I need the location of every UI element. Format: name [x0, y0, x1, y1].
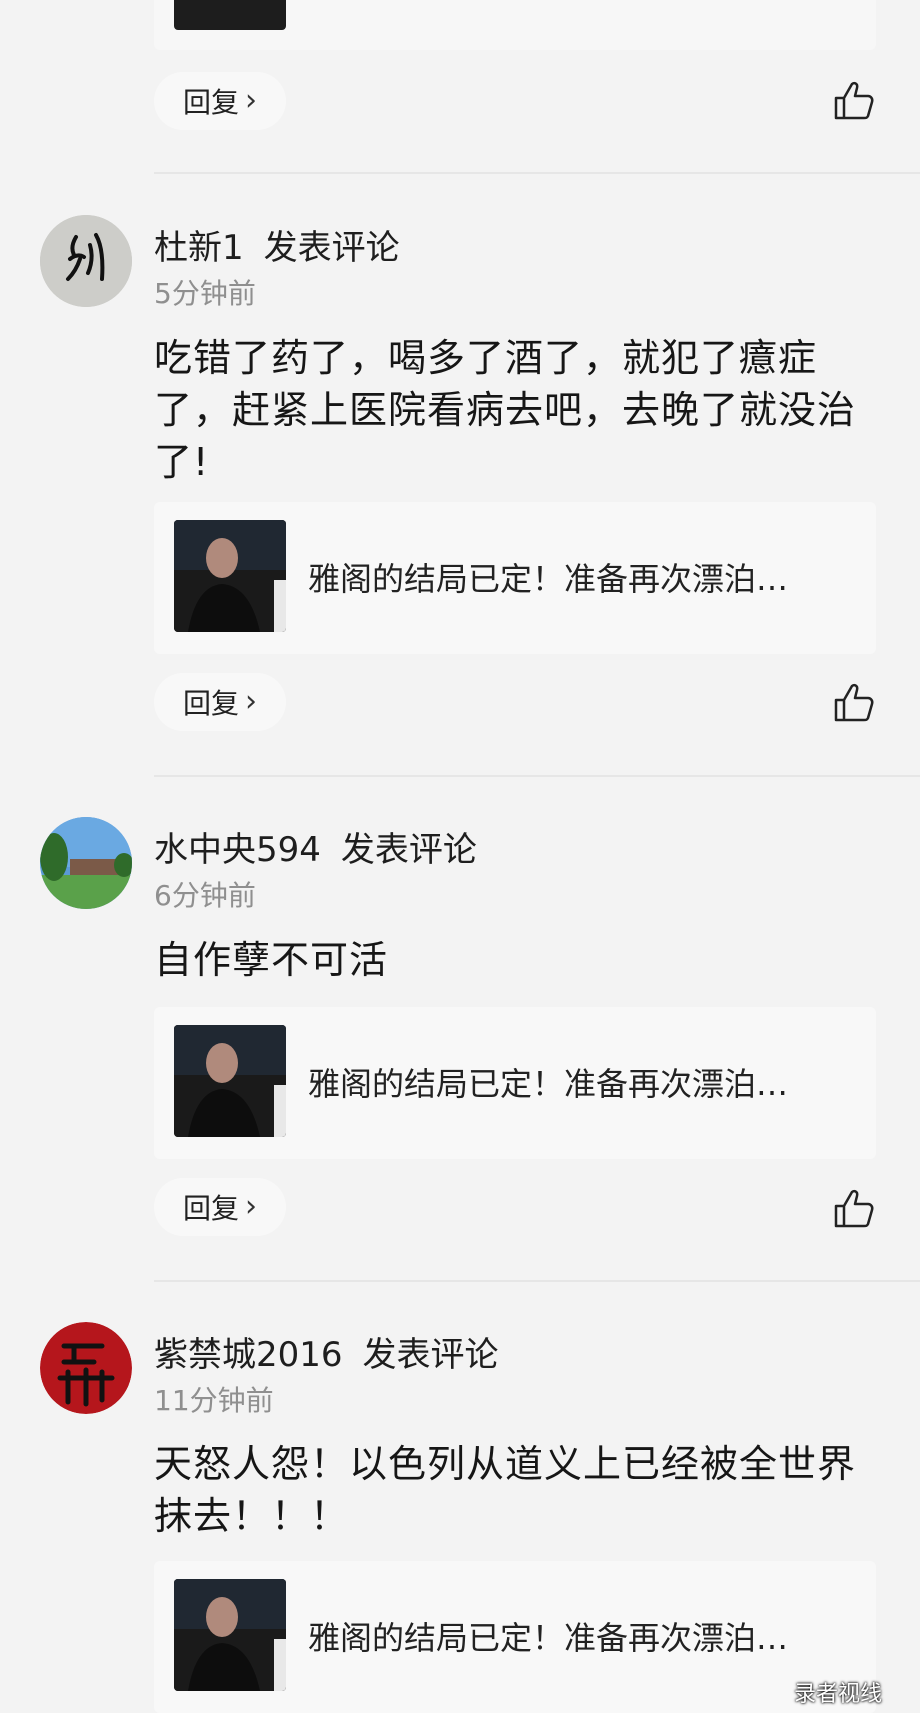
- article-thumbnail: [174, 520, 286, 632]
- article-card[interactable]: 雅阁的结局已定！准备再次漂泊…: [154, 502, 876, 654]
- username-line: 杜新1 发表评论: [154, 220, 400, 269]
- thumbs-up-icon[interactable]: [832, 78, 876, 122]
- reply-button[interactable]: 回复 ›: [154, 1178, 286, 1236]
- comment-text: 天怒人怨！以色列从道义上已经被全世界抹去！！！: [154, 1442, 857, 1538]
- username-line: 紫禁城2016 发表评论: [154, 1327, 499, 1376]
- comment-time: 11分钟前: [154, 1384, 274, 1417]
- reply-label: 回复: [182, 86, 239, 119]
- divider: [154, 775, 920, 777]
- chevron-right-icon: ›: [245, 83, 257, 118]
- comment-time: 5分钟前: [154, 277, 256, 310]
- username[interactable]: 水中央594: [154, 830, 321, 870]
- comment-action: 发表评论: [263, 228, 400, 268]
- article-title: 雅阁的结局已定！准备再次漂泊…: [308, 1619, 789, 1657]
- article-thumbnail: [174, 1579, 286, 1691]
- chevron-right-icon: ›: [245, 684, 257, 719]
- comment-action: 发表评论: [362, 1335, 499, 1375]
- username-line: 水中央594 发表评论: [154, 822, 477, 871]
- reply-button[interactable]: 回复 ›: [154, 72, 286, 130]
- reply-label: 回复: [182, 687, 239, 720]
- divider: [154, 172, 920, 174]
- avatar[interactable]: [40, 215, 132, 307]
- article-card[interactable]: 雅阁的结局已定！准备再次漂泊…: [154, 1561, 876, 1713]
- article-card[interactable]: 雅阁的结局已定！准备再次漂泊…: [154, 1007, 876, 1159]
- comment-text: 吃错了药了，喝多了酒了，就犯了癔症了，赶紧上医院看病去吧，去晚了就没治了!: [154, 336, 857, 484]
- article-title: 雅阁的结局已定！准备再次漂泊…: [308, 1065, 789, 1103]
- avatar[interactable]: [40, 817, 132, 909]
- thumbs-up-icon[interactable]: [832, 1186, 876, 1230]
- comment-text: 自作孽不可活: [154, 938, 389, 982]
- article-title: 雅阁的结局已定！准备再次漂泊…: [308, 560, 789, 598]
- divider: [154, 1280, 920, 1282]
- previous-article-thumbnail: [174, 0, 286, 30]
- avatar[interactable]: [40, 1322, 132, 1414]
- thumbs-up-icon[interactable]: [832, 680, 876, 724]
- reply-button[interactable]: 回复 ›: [154, 673, 286, 731]
- username[interactable]: 紫禁城2016: [154, 1335, 343, 1375]
- username[interactable]: 杜新1: [154, 228, 244, 268]
- comment-action: 发表评论: [340, 830, 477, 870]
- watermark: 录者视线: [794, 1682, 883, 1707]
- reply-label: 回复: [182, 1192, 239, 1225]
- article-thumbnail: [174, 1025, 286, 1137]
- comment-time: 6分钟前: [154, 879, 256, 912]
- chevron-right-icon: ›: [245, 1189, 257, 1224]
